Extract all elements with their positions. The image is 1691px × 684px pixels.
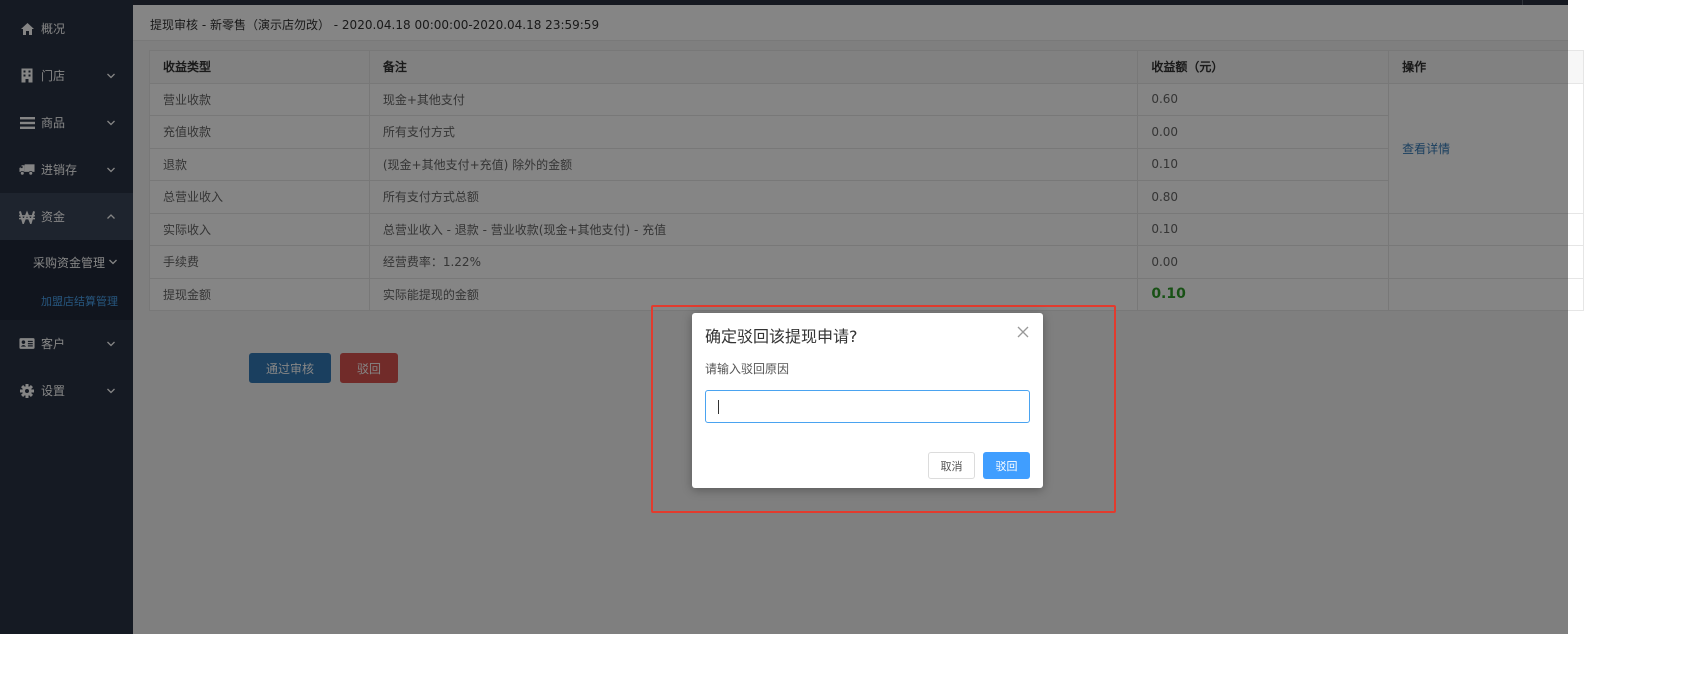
text-cursor — [718, 400, 719, 414]
dialog-title: 确定驳回该提现申请? — [705, 327, 858, 346]
confirm-reject-button[interactable]: 驳回 — [983, 452, 1030, 479]
reject-dialog: 确定驳回该提现申请? 请输入驳回原因 取消 驳回 — [692, 313, 1043, 488]
close-icon[interactable] — [1017, 326, 1029, 338]
reject-reason-input[interactable] — [705, 390, 1030, 423]
cancel-button[interactable]: 取消 — [928, 452, 975, 479]
reject-reason-label: 请输入驳回原因 — [705, 362, 790, 376]
